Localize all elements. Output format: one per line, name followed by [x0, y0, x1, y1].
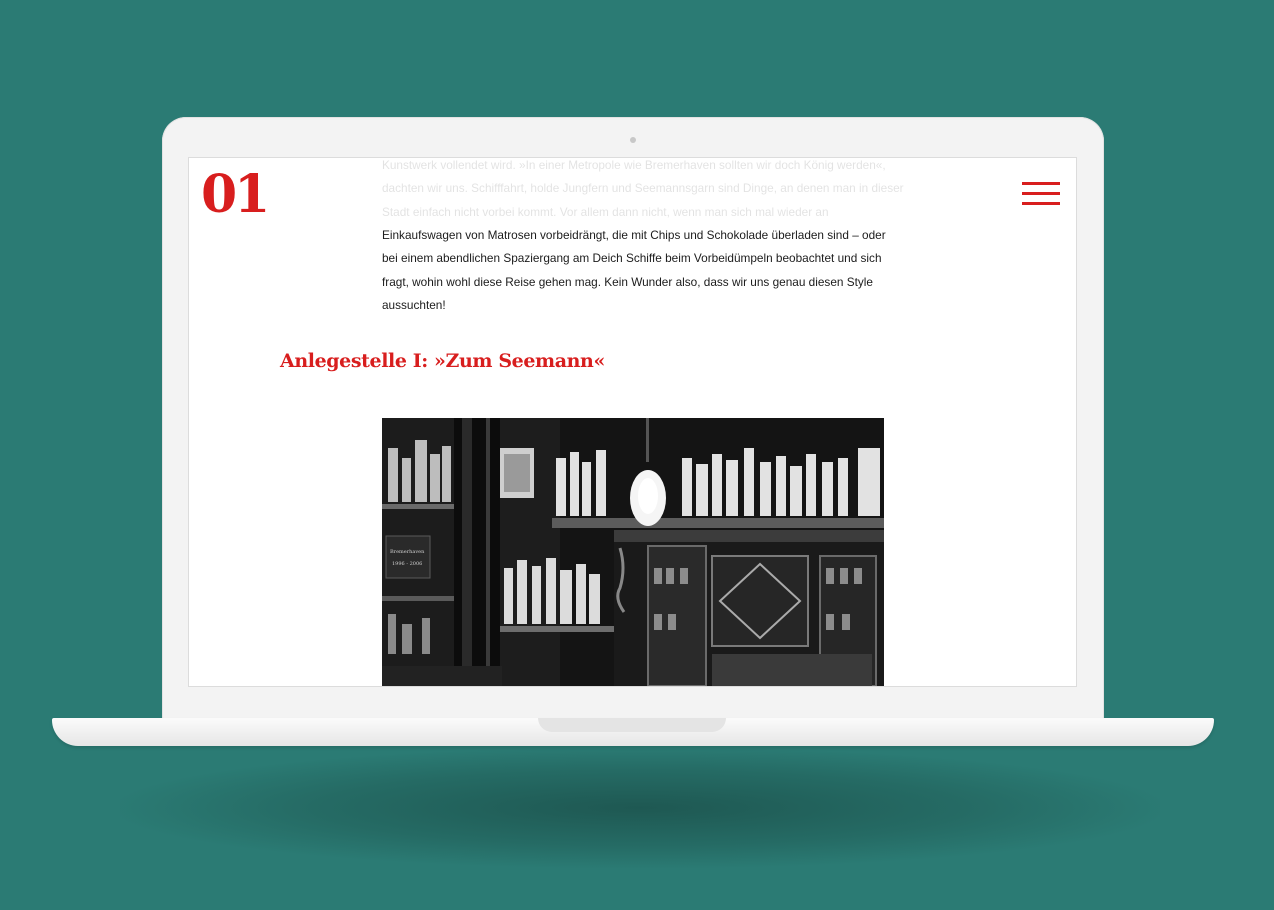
faded-line: dachten wir uns. Schifffahrt, holde Jung… [382, 181, 904, 196]
laptop-shadow [120, 748, 1160, 868]
bar-photo-illustration: Bremerhaven 1996 - 2006 [382, 418, 884, 686]
camera-icon [630, 137, 636, 143]
bar-interior-photo: Bremerhaven 1996 - 2006 [382, 418, 884, 686]
paragraph-line: fragt, wohin wohl diese Reise gehen mag.… [382, 274, 873, 289]
photo-sign-line: Bremerhaven [390, 549, 425, 555]
browser-viewport[interactable]: 01 Kunstwerk vollendet wird. »In einer M… [189, 158, 1076, 686]
paragraph-line: bei einem abendlichen Spaziergang am Dei… [382, 251, 882, 266]
hamburger-menu-icon [1022, 182, 1060, 185]
hamburger-line [1022, 192, 1060, 195]
hamburger-line [1022, 202, 1060, 205]
laptop-notch [538, 718, 726, 732]
menu-button[interactable] [1022, 182, 1062, 206]
site-logo[interactable]: 01 [201, 162, 270, 228]
faded-line: Stadt einfach nicht vorbei kommt. Vor al… [382, 204, 829, 219]
paragraph-line: aussuchten! [382, 298, 446, 313]
faded-paragraph: Kunstwerk vollendet wird. »In einer Metr… [382, 158, 904, 224]
photo-sign-line: 1996 - 2006 [392, 561, 422, 567]
section-heading: Anlegestelle I: »Zum Seemann« [280, 350, 605, 372]
article-paragraph: Einkaufswagen von Matrosen vorbeidrängt,… [382, 224, 886, 318]
paragraph-line: Einkaufswagen von Matrosen vorbeidrängt,… [382, 228, 886, 242]
faded-line: Kunstwerk vollendet wird. »In einer Metr… [382, 158, 886, 172]
